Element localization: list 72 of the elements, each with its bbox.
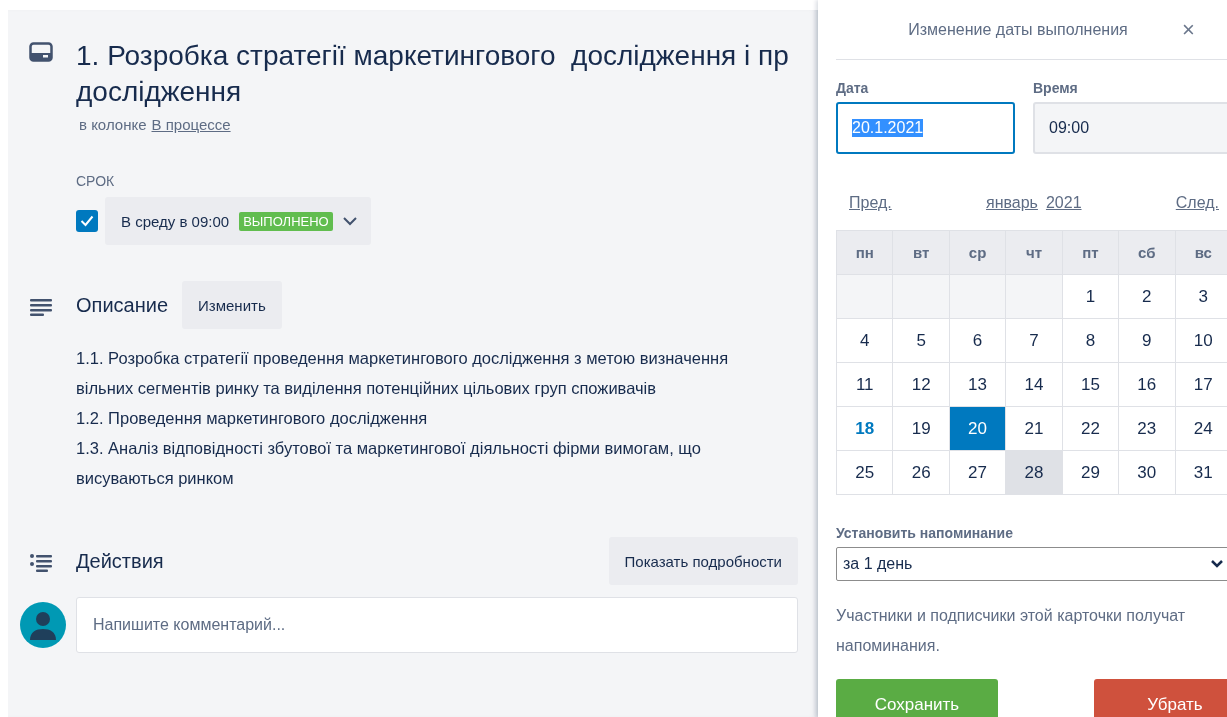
calendar-day[interactable]: 4 [836,318,893,363]
calendar-day[interactable]: 24 [1175,406,1227,451]
calendar-day[interactable]: 12 [892,362,950,407]
calendar-day[interactable]: 3 [1175,274,1227,319]
calendar-day[interactable]: 25 [836,450,893,495]
calendar-day[interactable]: 18 [836,406,893,451]
card-title: 1. Розробка стратегії маркетингового дослідження і пр дослідження [76,39,790,109]
prev-month-link[interactable]: Пред. [849,194,892,212]
calendar-day[interactable]: 2 [1118,274,1176,319]
calendar-day[interactable]: 14 [1005,362,1063,407]
calendar-day[interactable]: 26 [892,450,950,495]
reminder-label: Установить напоминание [836,525,1014,541]
calendar-day[interactable]: 19 [892,406,950,451]
time-label: Время [1033,80,1079,96]
due-date-button[interactable]: В среду в 09:00 ВЫПОЛНЕНО [105,197,371,245]
calendar-day[interactable]: 5 [892,318,950,363]
list-link[interactable]: В процессе [151,116,231,133]
weekday-header: ср [949,230,1006,275]
card-icon [29,42,53,62]
reminder-note: Участники и подписчики этой карточки получат напоминания. [836,606,1187,656]
calendar-day[interactable]: 16 [1118,362,1176,407]
check-icon [80,215,94,227]
calendar-day[interactable]: 11 [836,362,893,407]
calendar-day[interactable]: 20 [949,406,1006,451]
description-icon [30,298,52,316]
calendar-day[interactable]: 28 [1005,450,1063,495]
date-label: Дата [836,80,870,96]
description-text: 1.1. Розробка стратегії проведення маркетингового дослідження з метою визначення вільних сегментів ринку та виділення потенційних цільових груп споживачів 1.2. Проведення маркетингового дослідження 1.3. Аналіз відповідності збутової та маркетингової діяльності фірми вимогам, що висуваються ринком [76,348,730,489]
calendar-day[interactable]: 17 [1175,362,1227,407]
calendar-day[interactable]: 6 [949,318,1006,363]
calendar-day[interactable]: 29 [1062,450,1119,495]
calendar-day[interactable]: 30 [1118,450,1176,495]
popover-title: Изменение даты выполнения [907,20,1129,39]
weekday-header: чт [1005,230,1063,275]
reminder-select[interactable]: за 1 день [836,547,1227,581]
calendar-day[interactable]: 1 [1062,274,1119,319]
next-month-link[interactable]: След. [1175,194,1219,212]
calendar-day[interactable]: 9 [1118,318,1176,363]
calendar-day[interactable]: 22 [1062,406,1119,451]
month-link[interactable]: январь [986,194,1038,212]
weekday-header: вс [1175,230,1227,275]
due-checkbox[interactable] [76,210,98,232]
complete-badge: ВЫПОЛНЕНО [239,211,333,231]
activity-icon [30,554,52,572]
remove-button[interactable]: Убрать [1094,679,1227,717]
calendar-day[interactable]: 8 [1062,318,1119,363]
avatar-icon [20,602,66,648]
weekday-header: сб [1118,230,1176,275]
chevron-icon [342,216,357,226]
weekday-header: пн [836,230,893,275]
calendar-day[interactable]: 27 [949,450,1006,495]
calendar-day[interactable]: 13 [949,362,1006,407]
calendar-day[interactable]: 21 [1005,406,1063,451]
calendar-day[interactable]: 31 [1175,450,1227,495]
chevron-icon [1210,559,1224,569]
close-button[interactable]: × [1180,16,1227,43]
due-date: В среду в 09:00 [121,212,230,230]
description-heading: Описание [76,293,169,317]
list-caption: в колонке [79,116,147,133]
calendar-day[interactable]: 23 [1118,406,1176,451]
activity-heading: Действия [76,549,164,573]
show-details-button[interactable]: Показать подробности [608,537,798,585]
edit-button[interactable]: Изменить [182,281,282,329]
time-field[interactable]: 09:00 [1033,102,1227,154]
weekday-header: вт [892,230,950,275]
weekday-header: пт [1062,230,1119,275]
calendar-day[interactable]: 7 [1005,318,1063,363]
calendar-day[interactable]: 15 [1062,362,1119,407]
due-label: СРОК [76,173,116,189]
calendar-day[interactable]: 10 [1175,318,1227,363]
comment-field[interactable]: Напишите комментарий... [76,597,798,653]
year-link[interactable]: 2021 [1045,194,1082,212]
